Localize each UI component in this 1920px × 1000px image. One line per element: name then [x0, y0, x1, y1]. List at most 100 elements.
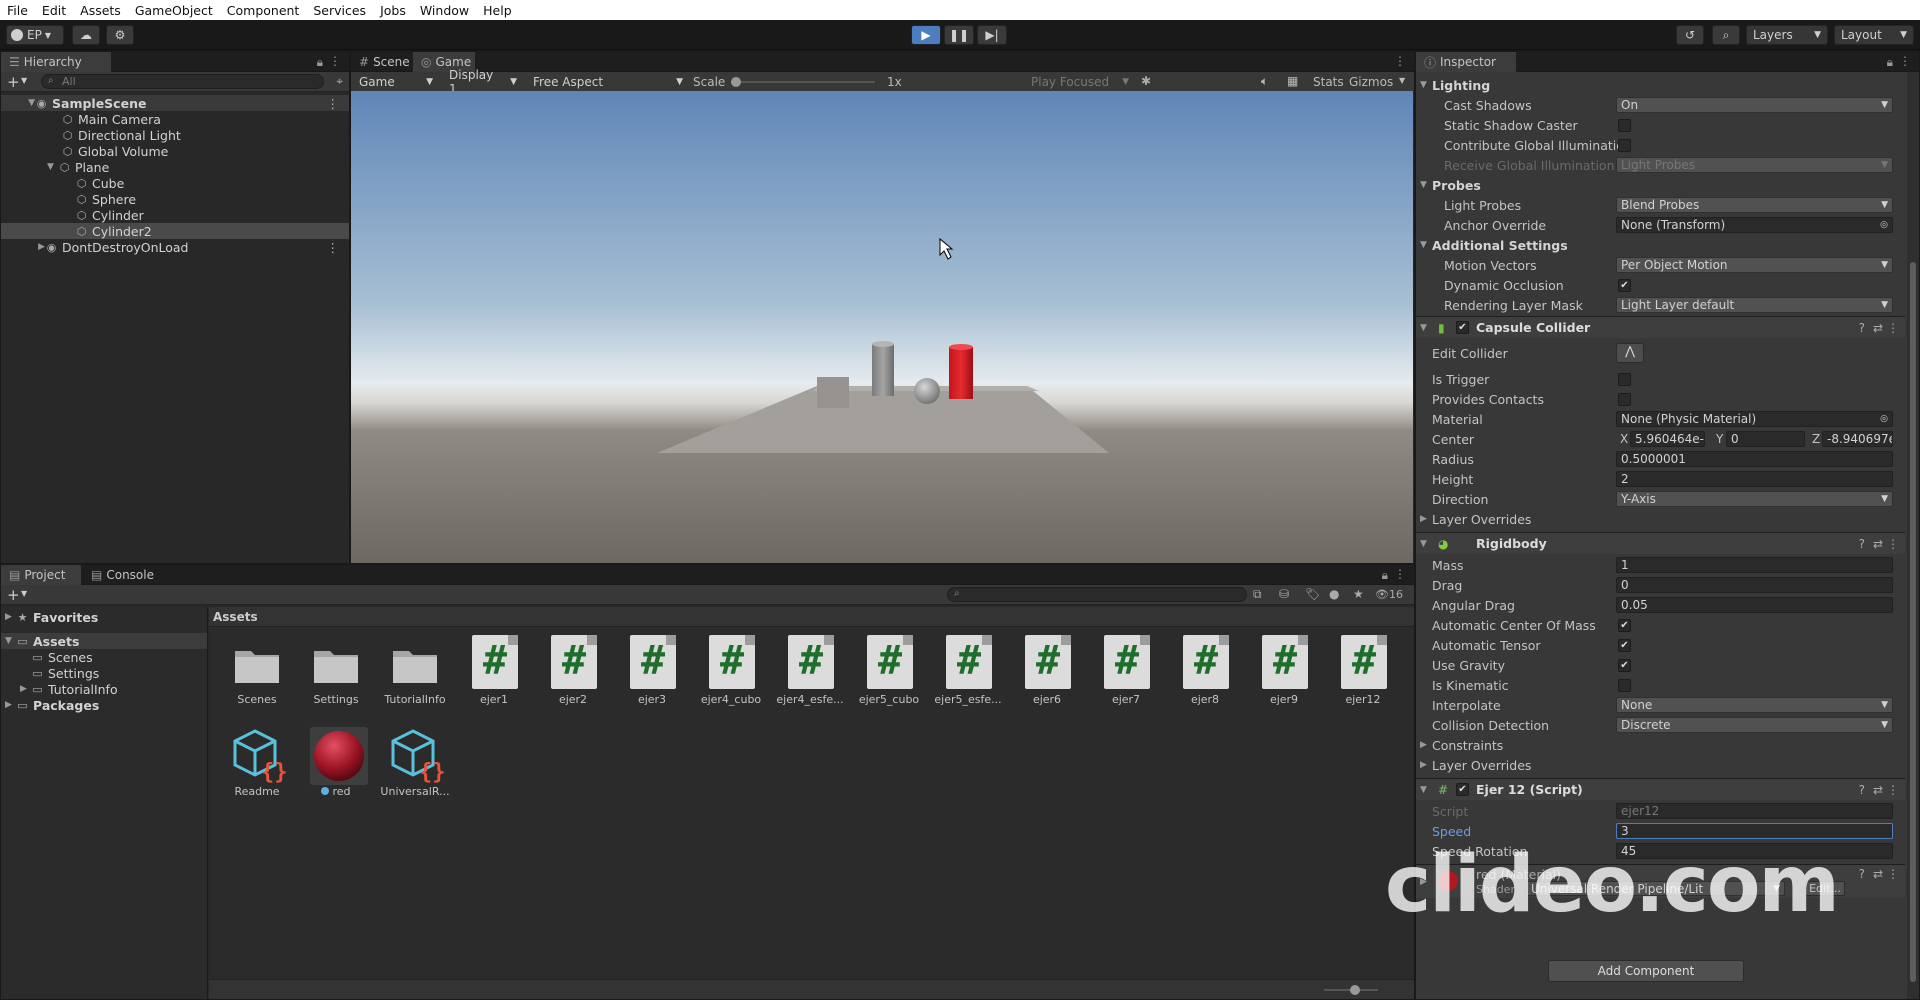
- scrollbar-thumb[interactable]: [1910, 262, 1916, 982]
- bug-icon[interactable]: ✱: [1141, 74, 1151, 88]
- material-header[interactable]: ▶ red (Material) Shader Universal Render…: [1416, 864, 1905, 898]
- mass-field[interactable]: 1: [1616, 557, 1893, 573]
- provides-contacts-checkbox[interactable]: [1618, 392, 1631, 406]
- keyboard-icon[interactable]: ▦: [1287, 74, 1298, 88]
- center-z-field[interactable]: -8.940697e-: [1822, 431, 1893, 447]
- speed-rotation-field[interactable]: 45: [1616, 843, 1893, 859]
- tree-item-tutorialinfo[interactable]: ▶ ▭ TutorialInfo: [1, 681, 207, 697]
- is-trigger-checkbox[interactable]: [1618, 372, 1631, 386]
- help-icon[interactable]: ?: [1859, 321, 1865, 335]
- play-focused-dropdown[interactable]: Play Focused ▼: [1025, 72, 1135, 91]
- rigidbody-header[interactable]: ▼ ◕ Rigidbody ? ⇄ ⋮: [1416, 532, 1905, 554]
- tab-scene[interactable]: # Scene: [351, 52, 413, 72]
- menu-item-services[interactable]: Services: [306, 3, 373, 18]
- lighting-section-header[interactable]: ▼ Lighting: [1416, 76, 1905, 94]
- tab-project[interactable]: ▤ Project: [1, 565, 81, 585]
- history-button[interactable]: ↺: [1676, 25, 1704, 45]
- pause-button[interactable]: ❚❚: [944, 25, 974, 45]
- asset-script-ejer9[interactable]: # ejer9: [1248, 635, 1320, 711]
- object-picker-icon[interactable]: ◎: [1880, 220, 1888, 230]
- hierarchy-item-plane[interactable]: ▼ ⬡ Plane: [1, 159, 349, 175]
- step-button[interactable]: ▶|: [977, 25, 1007, 45]
- menu-item-window[interactable]: Window: [413, 3, 476, 18]
- mute-audio-icon[interactable]: 🔈︎: [1261, 74, 1268, 89]
- object-picker-icon[interactable]: ◎: [1880, 414, 1888, 424]
- alert-icon[interactable]: ●: [1329, 587, 1339, 601]
- menu-item-help[interactable]: Help: [476, 3, 519, 18]
- hierarchy-item-directional-light[interactable]: ⬡ Directional Light: [1, 127, 349, 143]
- cast-shadows-dropdown[interactable]: On ▼: [1616, 97, 1893, 113]
- direction-dropdown[interactable]: Y-Axis ▼: [1616, 491, 1893, 507]
- filter-icon[interactable]: ⌖: [336, 74, 343, 89]
- asset-folder-tutorialinfo[interactable]: TutorialInfo: [379, 635, 451, 711]
- auto-tensor-checkbox[interactable]: ✔: [1618, 638, 1631, 652]
- asset-script-ejer8[interactable]: # ejer8: [1169, 635, 1241, 711]
- tree-item-settings[interactable]: ▭ Settings: [1, 665, 207, 681]
- script-enabled-checkbox[interactable]: ✔: [1456, 783, 1469, 796]
- menu-item-jobs[interactable]: Jobs: [373, 3, 413, 18]
- hidden-packages-toggle[interactable]: 👁︎16: [1375, 588, 1403, 601]
- layout-dropdown[interactable]: Layout ▼: [1834, 25, 1914, 45]
- aspect-dropdown[interactable]: Free Aspect ▼: [527, 72, 689, 91]
- tag-icon[interactable]: 🏷︎: [1305, 587, 1320, 601]
- constraints-row[interactable]: ▶ Constraints: [1416, 736, 1905, 754]
- menu-item-gameobject[interactable]: GameObject: [128, 3, 220, 18]
- kebab-menu-icon[interactable]: ⋮: [1887, 537, 1899, 551]
- rendering-layer-mask-dropdown[interactable]: Light Layer default ▼: [1616, 297, 1893, 313]
- hierarchy-item-sphere[interactable]: ⬡ Sphere: [1, 191, 349, 207]
- asset-folder-settings[interactable]: Settings: [300, 635, 372, 711]
- project-search-input[interactable]: ⌕: [947, 587, 1247, 602]
- account-button[interactable]: EP ▼: [6, 25, 64, 45]
- lock-icon[interactable]: 🔒︎: [1887, 55, 1893, 70]
- preset-icon[interactable]: ⇄: [1873, 537, 1883, 551]
- hierarchy-item-cylinder[interactable]: ⬡ Cylinder: [1, 207, 349, 223]
- tree-item-packages[interactable]: ▶ ▭ Packages: [1, 697, 207, 713]
- menu-item-component[interactable]: Component: [220, 3, 307, 18]
- icon-size-slider[interactable]: [1324, 985, 1378, 995]
- use-gravity-checkbox[interactable]: ✔: [1618, 658, 1631, 672]
- tab-inspector[interactable]: ⓘ Inspector: [1416, 52, 1516, 72]
- capsule-collider-header[interactable]: ▼ ▮ ✔ Capsule Collider ? ⇄ ⋮: [1416, 316, 1905, 338]
- lock-icon[interactable]: 🔒︎: [1382, 568, 1388, 583]
- kebab-menu-icon[interactable]: ⋮: [327, 96, 340, 111]
- inspector-scrollbar[interactable]: [1907, 72, 1919, 999]
- angular-drag-field[interactable]: 0.05: [1616, 597, 1893, 613]
- asset-script-ejer7[interactable]: # ejer7: [1090, 635, 1162, 711]
- menu-item-file[interactable]: File: [0, 3, 35, 18]
- light-probes-dropdown[interactable]: Blend Probes ▼: [1616, 197, 1893, 213]
- asset-readme[interactable]: {} Readme: [221, 727, 293, 803]
- layers-dropdown[interactable]: Layers ▼: [1746, 25, 1828, 45]
- is-kinematic-checkbox[interactable]: [1618, 678, 1631, 692]
- radius-field[interactable]: 0.5000001: [1616, 451, 1893, 467]
- asset-script-ejer5-esfera[interactable]: # ejer5_esfe...: [932, 635, 1004, 711]
- kebab-menu-icon[interactable]: ⋮: [1887, 321, 1899, 335]
- kebab-menu-icon[interactable]: ⋮: [1899, 54, 1911, 68]
- tab-console[interactable]: ▤ Console: [83, 565, 163, 585]
- add-icon[interactable]: +: [7, 73, 20, 91]
- kebab-menu-icon[interactable]: ⋮: [1887, 783, 1899, 797]
- favorite-star-icon[interactable]: ★: [1353, 587, 1364, 601]
- static-shadow-caster-checkbox[interactable]: [1618, 118, 1631, 132]
- game-viewport[interactable]: [351, 91, 1413, 563]
- collab-button[interactable]: ⚙: [106, 25, 134, 45]
- search-by-type-icon[interactable]: ⧉: [1253, 587, 1262, 602]
- interpolate-dropdown[interactable]: None ▼: [1616, 697, 1893, 713]
- add-component-button[interactable]: Add Component: [1548, 960, 1744, 982]
- chevron-down-icon[interactable]: ▼: [21, 76, 27, 85]
- center-x-field[interactable]: 5.960464e-(: [1630, 431, 1705, 447]
- icon-size-slider-handle[interactable]: [1350, 985, 1360, 995]
- hierarchy-item-cylinder2[interactable]: ⬡ Cylinder2: [1, 223, 349, 239]
- physic-material-field[interactable]: None (Physic Material) ◎: [1616, 411, 1893, 427]
- asset-script-ejer5-cubo[interactable]: # ejer5_cubo: [853, 635, 925, 711]
- help-icon[interactable]: ?: [1859, 537, 1865, 551]
- hierarchy-item-main-camera[interactable]: ⬡ Main Camera: [1, 111, 349, 127]
- contribute-gi-checkbox[interactable]: [1618, 138, 1631, 152]
- asset-script-ejer6[interactable]: # ejer6: [1011, 635, 1083, 711]
- capsule-layer-overrides-row[interactable]: ▶ Layer Overrides: [1416, 510, 1905, 528]
- asset-script-ejer3[interactable]: # ejer3: [616, 635, 688, 711]
- chevron-down-icon[interactable]: ▼: [1399, 76, 1405, 85]
- height-field[interactable]: 2: [1616, 471, 1893, 487]
- asset-universal-render-pipeline[interactable]: {} UniversalR...: [379, 727, 451, 803]
- add-icon[interactable]: +: [7, 586, 20, 604]
- auto-center-checkbox[interactable]: ✔: [1618, 618, 1631, 632]
